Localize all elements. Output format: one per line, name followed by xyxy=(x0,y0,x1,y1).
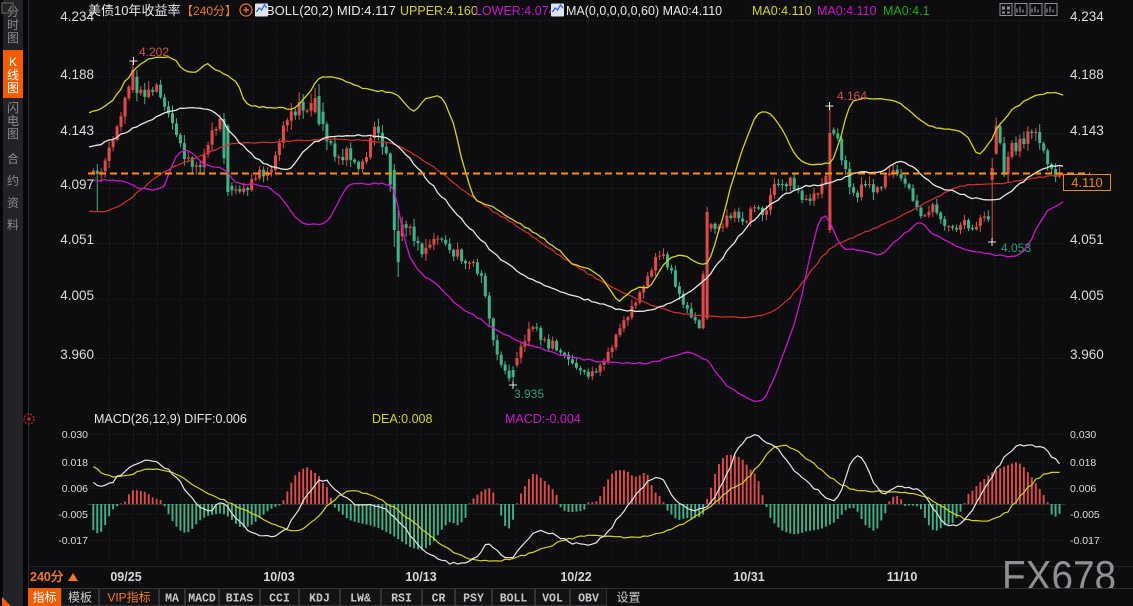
svg-text:10/22: 10/22 xyxy=(560,570,591,584)
svg-text:MA0:4.1: MA0:4.1 xyxy=(883,4,930,18)
svg-text:10/13: 10/13 xyxy=(405,570,436,584)
svg-text:4.005: 4.005 xyxy=(1070,288,1104,303)
svg-text:线: 线 xyxy=(7,68,19,82)
svg-text:DEA:0.008: DEA:0.008 xyxy=(372,412,433,426)
svg-text:0.030: 0.030 xyxy=(1070,429,1096,441)
svg-text:0.030: 0.030 xyxy=(62,429,88,441)
svg-text:MACD: MACD xyxy=(188,593,216,606)
svg-text:BOLL: BOLL xyxy=(500,593,528,606)
svg-text:闪: 闪 xyxy=(7,101,19,115)
svg-text:0.018: 0.018 xyxy=(62,457,88,469)
svg-text:LW&: LW& xyxy=(350,593,371,606)
svg-text:MA0:4.110: MA0:4.110 xyxy=(817,4,877,18)
svg-text:图: 图 xyxy=(7,81,19,95)
svg-text:-0.017: -0.017 xyxy=(58,535,88,547)
svg-text:时: 时 xyxy=(7,18,19,32)
svg-text:【240分】: 【240分】 xyxy=(181,4,237,18)
svg-text:4.234: 4.234 xyxy=(60,9,94,24)
svg-text:3.935: 3.935 xyxy=(514,387,544,401)
svg-text:图: 图 xyxy=(7,127,19,141)
svg-text:UPPER:4.160: UPPER:4.160 xyxy=(400,4,478,18)
svg-text:4.143: 4.143 xyxy=(60,123,94,138)
svg-text:-0.005: -0.005 xyxy=(58,509,88,521)
svg-text:0.006: 0.006 xyxy=(62,483,88,495)
svg-text:10/03: 10/03 xyxy=(263,570,294,584)
svg-text:10/31: 10/31 xyxy=(733,570,764,584)
svg-text:0.018: 0.018 xyxy=(1070,457,1096,469)
svg-text:4.143: 4.143 xyxy=(1070,123,1104,138)
svg-text:指标: 指标 xyxy=(32,590,56,605)
svg-text:BIAS: BIAS xyxy=(226,593,254,606)
svg-text:料: 料 xyxy=(7,218,19,232)
svg-text:4.202: 4.202 xyxy=(139,45,169,59)
svg-text:约: 约 xyxy=(7,173,19,188)
svg-text:4.053: 4.053 xyxy=(1001,241,1031,255)
svg-text:设置: 设置 xyxy=(616,591,640,605)
svg-text:美债10年收益率: 美债10年收益率 xyxy=(88,3,180,18)
svg-text:KDJ: KDJ xyxy=(309,593,330,606)
svg-text:合: 合 xyxy=(7,151,19,166)
svg-text:4.234: 4.234 xyxy=(1070,9,1104,24)
svg-text:4.110: 4.110 xyxy=(1071,175,1103,190)
svg-text:MA(0,0,0,0,0,60) MA0:4.110: MA(0,0,0,0,0,60) MA0:4.110 xyxy=(566,4,722,18)
svg-text:-0.017: -0.017 xyxy=(1070,535,1100,547)
svg-text:4.051: 4.051 xyxy=(60,232,94,247)
svg-text:CR: CR xyxy=(432,593,446,606)
svg-text:3.960: 3.960 xyxy=(60,347,94,362)
svg-text:3.960: 3.960 xyxy=(1070,347,1104,362)
svg-text:VOL: VOL xyxy=(542,593,563,606)
svg-text:11/10: 11/10 xyxy=(887,570,918,584)
svg-text:图: 图 xyxy=(7,31,19,45)
svg-text:4.051: 4.051 xyxy=(1070,232,1104,247)
svg-text:CCI: CCI xyxy=(269,593,290,606)
svg-text:资: 资 xyxy=(7,196,19,210)
svg-text:K: K xyxy=(9,55,17,69)
svg-text:MACD:-0.004: MACD:-0.004 xyxy=(505,412,581,426)
svg-text:0.006: 0.006 xyxy=(1070,483,1096,495)
svg-text:VIP指标: VIP指标 xyxy=(107,590,150,605)
svg-text:BOLL(20,2) MID:4.117: BOLL(20,2) MID:4.117 xyxy=(266,3,396,18)
svg-text:MACD(26,12,9) DIFF:0.006: MACD(26,12,9) DIFF:0.006 xyxy=(94,412,247,426)
svg-text:-0.005: -0.005 xyxy=(1070,509,1100,521)
svg-text:模板: 模板 xyxy=(68,591,92,605)
svg-text:电: 电 xyxy=(7,114,19,128)
svg-text:4.097: 4.097 xyxy=(60,177,94,192)
svg-text:4.005: 4.005 xyxy=(60,288,94,303)
svg-text:4.188: 4.188 xyxy=(60,67,94,82)
svg-text:PSY: PSY xyxy=(463,593,484,606)
svg-text:4.164: 4.164 xyxy=(837,89,867,103)
svg-text:4.188: 4.188 xyxy=(1070,67,1104,82)
svg-text:MA0:4.110: MA0:4.110 xyxy=(752,4,812,18)
svg-text:RSI: RSI xyxy=(391,593,412,606)
svg-text:240分: 240分 xyxy=(30,569,64,584)
svg-text:OBV: OBV xyxy=(578,593,599,606)
svg-text:MA: MA xyxy=(165,593,179,606)
svg-text:LOWER:4.074: LOWER:4.074 xyxy=(475,4,556,18)
svg-text:09/25: 09/25 xyxy=(110,570,141,584)
